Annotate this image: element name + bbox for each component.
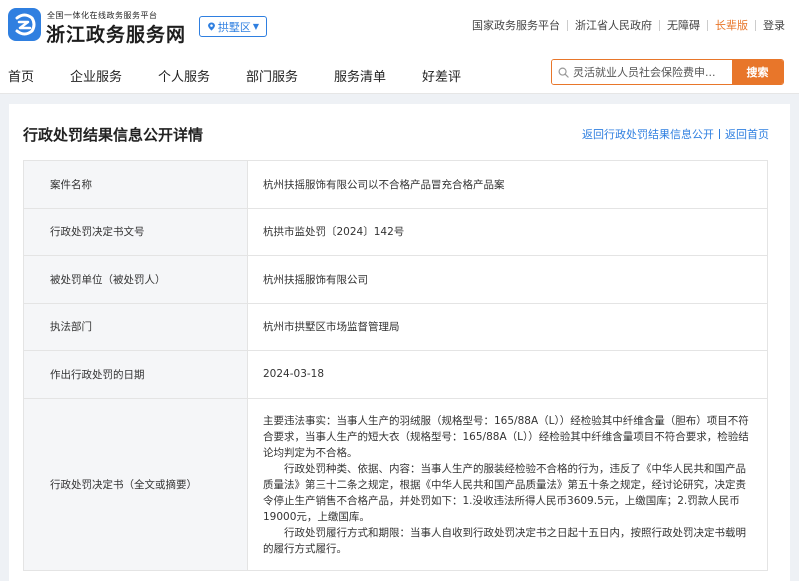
link-back-home[interactable]: 返回首页 — [725, 126, 769, 142]
nav-department-services[interactable]: 部门服务 — [246, 66, 298, 85]
nav-evaluation[interactable]: 好差评 — [422, 66, 461, 85]
field-value: 2024-03-18 — [247, 350, 768, 399]
nav-home[interactable]: 首页 — [8, 66, 34, 85]
logo-icon — [15, 13, 36, 36]
field-value: 杭州市拱墅区市场监督管理局 — [247, 302, 768, 351]
field-label: 执法部门 — [23, 302, 248, 351]
table-row: 案件名称 杭州扶摇服饰有限公司以不合格产品冒充合格产品案 — [23, 160, 768, 209]
divider — [719, 129, 720, 139]
site-name[interactable]: 浙江政务服务网 — [46, 20, 186, 47]
nav-service-list[interactable]: 服务清单 — [334, 66, 386, 85]
field-label: 行政处罚决定书文号 — [23, 207, 248, 256]
page-title: 行政处罚结果信息公开详情 — [23, 126, 204, 144]
search-button[interactable]: 搜索 — [732, 60, 783, 84]
back-links: 返回行政处罚结果信息公开 返回首页 — [582, 126, 769, 142]
field-label: 案件名称 — [23, 160, 248, 209]
decision-paragraph: 行政处罚种类、依据、内容：当事人生产的服装经检验不合格的行为，违反了《中华人民共… — [263, 463, 746, 523]
caret-down-icon: ▼ — [252, 22, 260, 31]
search-input[interactable]: 灵活就业人员社会保险费申... — [552, 60, 732, 84]
top-links: 国家政务服务平台 浙江省人民政府 无障碍 长辈版 登录 — [472, 17, 785, 33]
location-pin-icon — [208, 22, 215, 31]
divider — [659, 19, 660, 31]
link-back-to-list[interactable]: 返回行政处罚结果信息公开 — [582, 126, 714, 142]
link-login[interactable]: 登录 — [763, 17, 785, 33]
main-nav: 首页 企业服务 个人服务 部门服务 服务清单 好差评 灵活就业人员社会保险费申.… — [0, 52, 799, 94]
field-label: 被处罚单位（被处罚人） — [23, 255, 248, 304]
field-value: 杭州扶摇服饰有限公司 — [247, 255, 768, 304]
top-header: 全国一体化在线政务服务平台 浙江政务服务网 拱墅区 ▼ 国家政务服务平台 浙江省… — [0, 0, 799, 52]
table-row: 被处罚单位（被处罚人） 杭州扶摇服饰有限公司 — [23, 255, 768, 304]
link-national-platform[interactable]: 国家政务服务平台 — [472, 17, 560, 33]
field-value: 杭拱市监处罚〔2024〕142号 — [247, 207, 768, 256]
link-accessibility[interactable]: 无障碍 — [667, 17, 700, 33]
divider — [707, 19, 708, 31]
nav-enterprise-services[interactable]: 企业服务 — [70, 66, 122, 85]
field-label: 作出行政处罚的日期 — [23, 350, 248, 399]
divider — [755, 19, 756, 31]
table-row: 行政处罚决定书（全文或摘要） 主要违法事实：当事人生产的羽绒服（规格型号：165… — [23, 397, 768, 571]
search-icon — [558, 67, 569, 78]
detail-table: 案件名称 杭州扶摇服饰有限公司以不合格产品冒充合格产品案 行政处罚决定书文号 杭… — [23, 160, 768, 571]
field-value: 杭州扶摇服饰有限公司以不合格产品冒充合格产品案 — [247, 160, 768, 209]
site-logo[interactable] — [8, 8, 41, 41]
decision-paragraph: 行政处罚履行方式和期限：当事人自收到行政处罚决定书之日起十五日内，按照行政处罚决… — [263, 527, 746, 555]
link-provincial-government[interactable]: 浙江省人民政府 — [575, 17, 652, 33]
table-row: 行政处罚决定书文号 杭拱市监处罚〔2024〕142号 — [23, 207, 768, 256]
table-row: 执法部门 杭州市拱墅区市场监督管理局 — [23, 302, 768, 351]
detail-card: 行政处罚结果信息公开详情 返回行政处罚结果信息公开 返回首页 案件名称 杭州扶摇… — [9, 104, 790, 581]
decision-paragraph: 主要违法事实：当事人生产的羽绒服（规格型号：165/88A（L））经检验其中纤维… — [263, 415, 749, 459]
region-selector[interactable]: 拱墅区 ▼ — [199, 16, 267, 37]
divider — [567, 19, 568, 31]
link-elder-mode[interactable]: 长辈版 — [715, 17, 748, 33]
search-box: 灵活就业人员社会保险费申... 搜索 — [551, 59, 784, 85]
field-label: 行政处罚决定书（全文或摘要） — [23, 397, 248, 571]
search-placeholder: 灵活就业人员社会保险费申... — [573, 66, 716, 79]
region-label: 拱墅区 — [217, 20, 251, 34]
nav-personal-services[interactable]: 个人服务 — [158, 66, 210, 85]
decision-text: 主要违法事实：当事人生产的羽绒服（规格型号：165/88A（L））经检验其中纤维… — [247, 397, 768, 571]
table-row: 作出行政处罚的日期 2024-03-18 — [23, 350, 768, 399]
